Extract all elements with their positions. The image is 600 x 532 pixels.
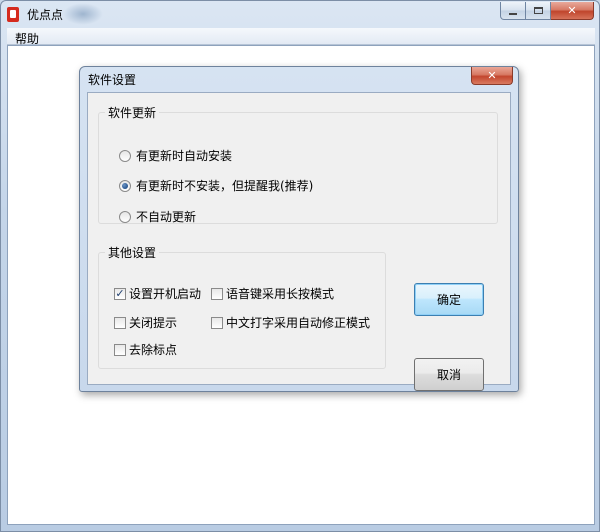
checkbox[interactable]	[114, 316, 126, 329]
checkbox-label: 关闭提示	[129, 316, 178, 330]
radio-no-update[interactable]: 不自动更新	[119, 208, 196, 225]
checkbox-label: 语音键采用长按模式	[226, 287, 335, 301]
cancel-button[interactable]: 取消	[414, 358, 484, 391]
radio-button[interactable]	[119, 149, 131, 162]
ok-button[interactable]: 确定	[414, 283, 484, 316]
close-icon: ✕	[487, 69, 497, 82]
radio-auto-install[interactable]: 有更新时自动安装	[119, 147, 232, 164]
checkbox-startup[interactable]: ✓ 设置开机启动	[114, 285, 201, 302]
radio-label: 有更新时自动安装	[136, 149, 233, 163]
checkbox-voice-longpress[interactable]: 语音键采用长按模式	[211, 285, 334, 302]
radio-button[interactable]	[119, 179, 131, 192]
menubar: 帮助	[7, 28, 595, 46]
maximize-icon	[533, 7, 543, 14]
dialog-title: 软件设置	[88, 73, 137, 87]
radio-label: 有更新时不安装，但提醒我(推荐)	[136, 179, 314, 193]
group-legend: 软件更新	[108, 106, 157, 120]
dialog-close-button[interactable]: ✕	[471, 67, 513, 85]
software-update-group: 软件更新 有更新时自动安装 有更新时不安装，但提醒我(推荐) 不自动更新	[98, 104, 498, 224]
close-icon: ✕	[567, 4, 577, 17]
radio-button[interactable]	[119, 210, 131, 223]
maximize-button[interactable]	[526, 2, 551, 20]
group-legend: 其他设置	[108, 246, 157, 260]
checkbox-label: 中文打字采用自动修正模式	[226, 316, 371, 330]
title-decoration	[63, 3, 103, 25]
other-settings-group: 其他设置 ✓ 设置开机启动 语音键采用长按模式 关闭提示 中文打字采用自动修正模…	[98, 244, 386, 369]
radio-notify[interactable]: 有更新时不安装，但提醒我(推荐)	[119, 177, 313, 194]
checkbox-close-tips[interactable]: 关闭提示	[114, 314, 177, 331]
checkbox[interactable]	[114, 343, 126, 356]
radio-label: 不自动更新	[136, 210, 197, 224]
app-logo-icon	[7, 7, 19, 22]
checkbox-label: 设置开机启动	[129, 287, 202, 301]
window-controls: ✕	[500, 2, 594, 20]
close-button[interactable]: ✕	[551, 2, 594, 20]
checkbox-label: 去除标点	[129, 343, 178, 357]
dialog-body: 软件更新 有更新时自动安装 有更新时不安装，但提醒我(推荐) 不自动更新 其他设…	[87, 92, 511, 391]
checkbox[interactable]: ✓	[114, 287, 126, 300]
checkbox[interactable]	[211, 316, 223, 329]
minimize-button[interactable]	[500, 2, 526, 20]
checkbox-auto-correct[interactable]: 中文打字采用自动修正模式	[211, 314, 370, 331]
checkbox-remove-punctuation[interactable]: 去除标点	[114, 341, 177, 358]
minimize-icon	[509, 12, 517, 15]
settings-dialog: 软件设置 ✕ 软件更新 有更新时自动安装 有更新时不安装，但提醒我(推荐) 不自…	[79, 66, 519, 392]
checkbox[interactable]	[211, 287, 223, 300]
titlebar[interactable]: 优点点 ✕	[1, 1, 599, 28]
window-title: 优点点	[27, 8, 64, 22]
